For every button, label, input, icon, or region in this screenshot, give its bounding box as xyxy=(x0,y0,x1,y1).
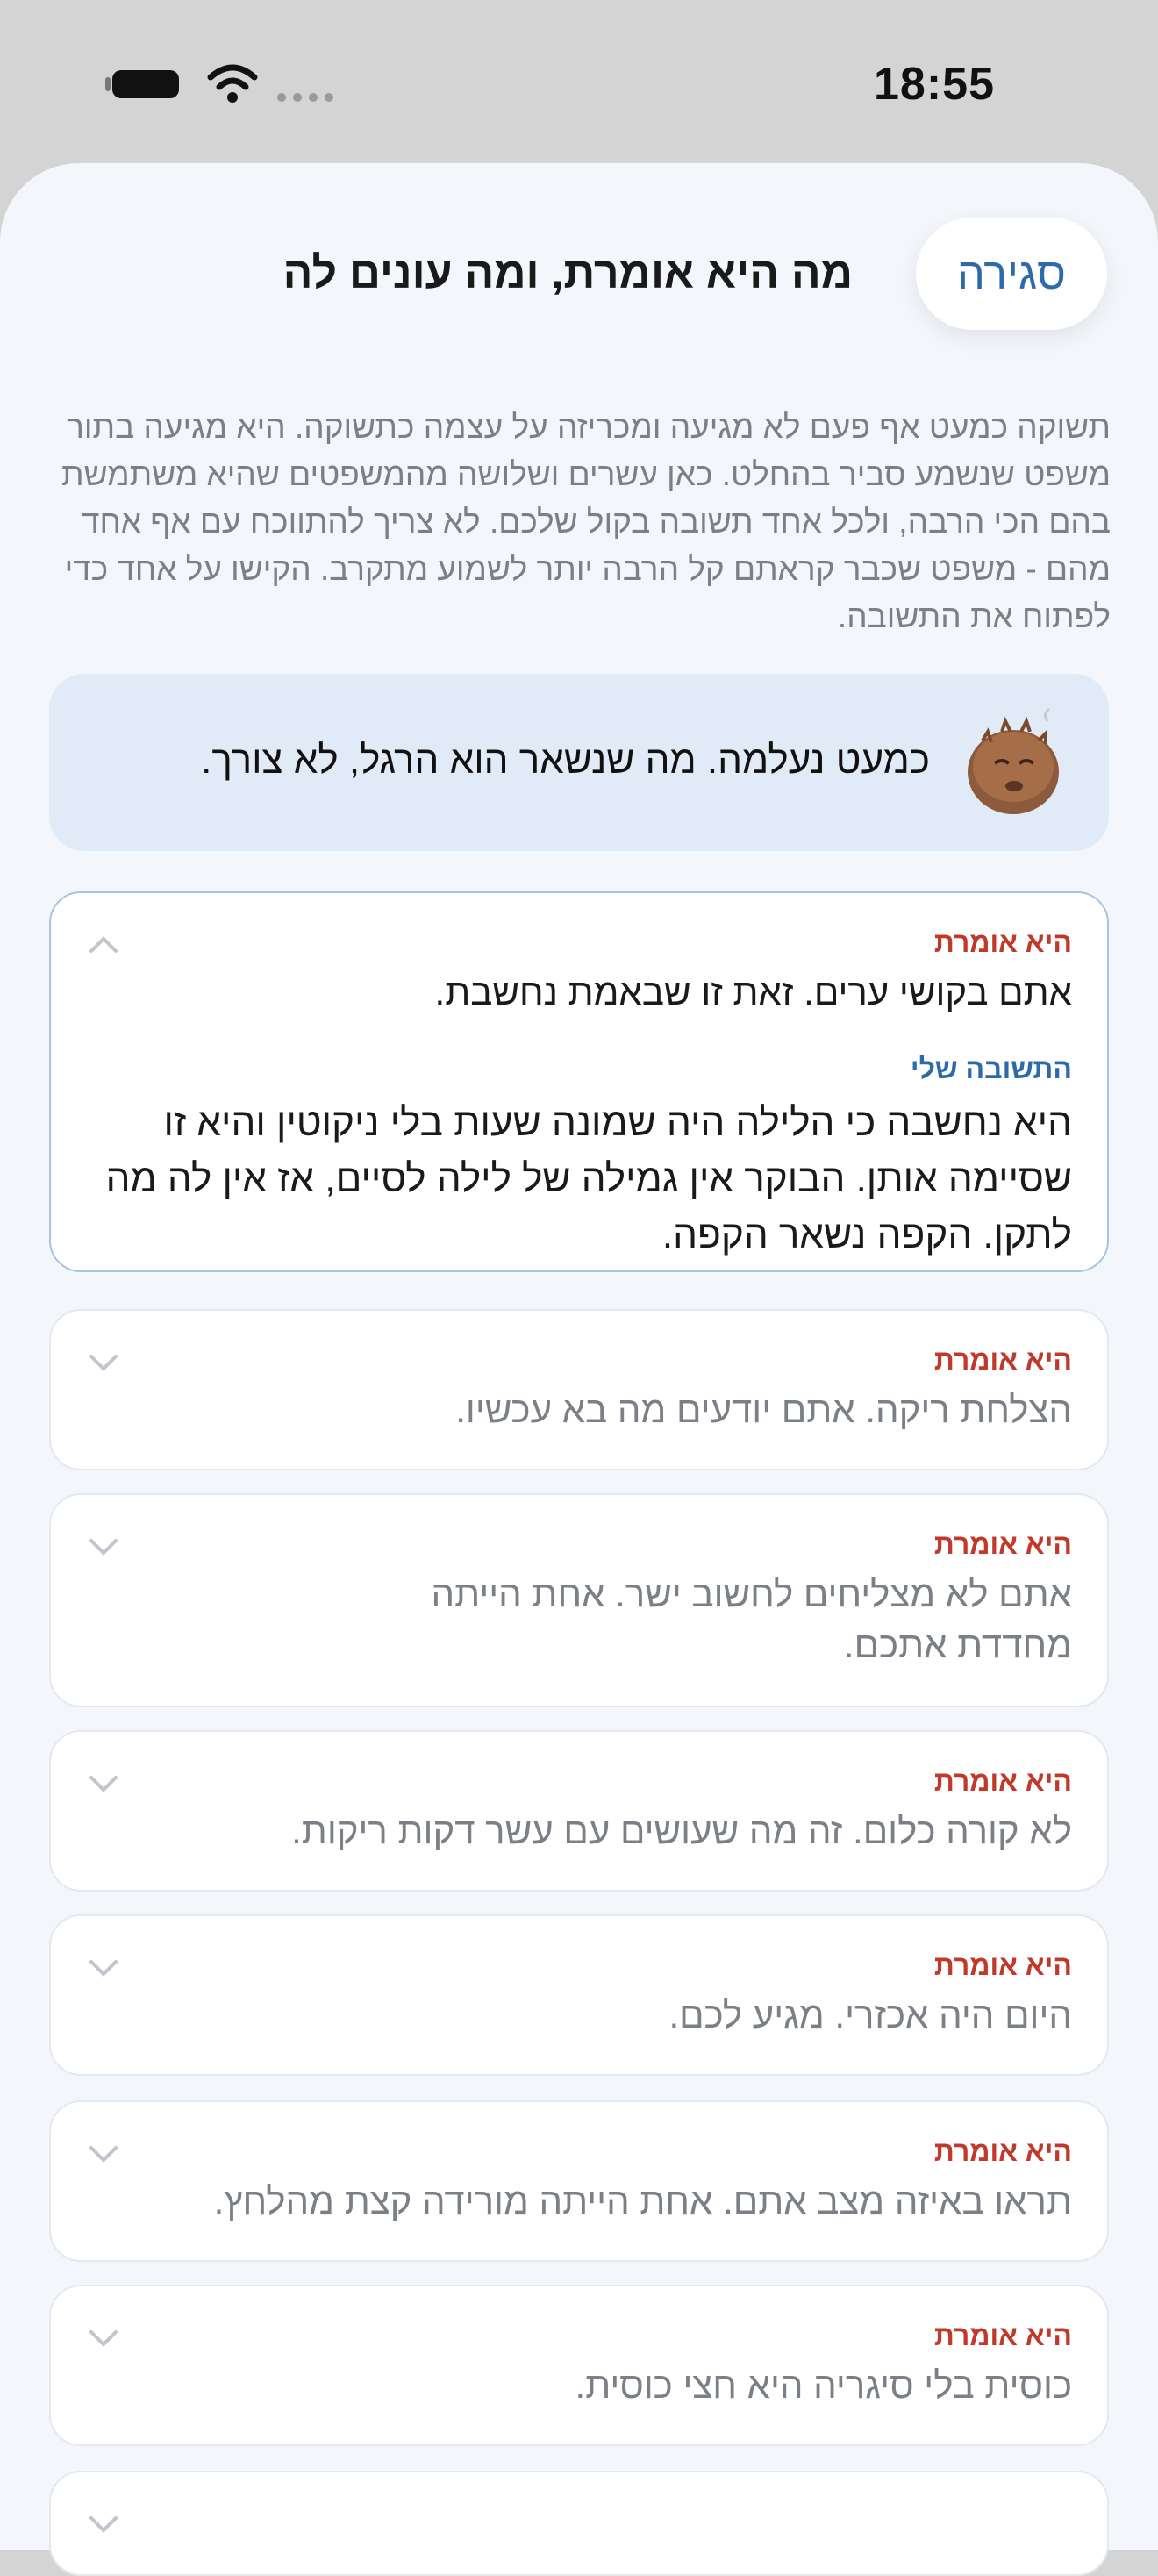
intro-text: תשוקה כמעט אף פעם לא מגיעה ומכריזה על עצ… xyxy=(61,409,1111,634)
she-says-text: הצלחת ריקה. אתם יודעים מה בא עכשיו. xyxy=(455,1389,1072,1430)
she-says-text: אתם בקושי ערים. זאת זו שבאמת נחשבת. xyxy=(434,971,1072,1013)
chevron-down-icon[interactable] xyxy=(86,1771,121,1795)
close-button[interactable]: סגירה xyxy=(916,218,1107,330)
phrase-card[interactable]: היא אומרת תראו באיזה מצב אתם. אחת הייתה … xyxy=(49,2100,1109,2262)
phrase-card[interactable] xyxy=(49,2471,1109,2576)
page-title: מה היא אומרת, ומה עונים לה xyxy=(282,248,853,297)
craving-creature-avatar xyxy=(968,707,1059,814)
chevron-down-icon[interactable] xyxy=(86,1534,121,1558)
chevron-down-icon[interactable] xyxy=(86,1349,121,1374)
phrase-card[interactable]: היא אומרת כוסית בלי סיגריה היא חצי כוסית… xyxy=(49,2285,1109,2446)
my-reply-label: התשובה שלי xyxy=(910,1053,1072,1084)
status-time: 18:55 xyxy=(874,59,995,110)
phrase-card[interactable]: היא אומרת לא קורה כלום. זה מה שעושים עם … xyxy=(49,1730,1109,1892)
wifi-icon xyxy=(207,64,258,103)
she-says-text: אתם לא מצליחים לחשוב ישר. אחת הייתה מחדד… xyxy=(431,1573,1072,1665)
she-says-text: תראו באיזה מצב אתם. אחת הייתה מורידה קצת… xyxy=(213,2180,1072,2222)
phrase-card[interactable]: היא אומרת היום היה אכזרי. מגיע לכם. xyxy=(49,1914,1109,2076)
status-bar: 18:55 xyxy=(0,0,1158,167)
she-says-label: היא אומרת xyxy=(933,1344,1072,1376)
phrase-card[interactable]: היא אומרת אתם לא מצליחים לחשוב ישר. אחת … xyxy=(49,1493,1109,1707)
my-reply-text: היא נחשבה כי הלילה היה שמונה שעות בלי ני… xyxy=(105,1101,1072,1256)
sheet: סגירה מה היא אומרת, ומה עונים לה תשוקה כ… xyxy=(0,163,1158,2576)
phrase-card[interactable]: היא אומרת אתם בקושי ערים. זאת זו שבאמת נ… xyxy=(49,891,1109,1272)
she-says-label: היא אומרת xyxy=(933,1950,1072,1981)
she-says-label: היא אומרת xyxy=(933,2136,1072,2167)
she-says-label: היא אומרת xyxy=(933,1528,1072,1560)
signal-icon xyxy=(277,93,333,102)
battery-icon xyxy=(105,70,179,98)
she-says-label: היא אומרת xyxy=(933,2320,1072,2351)
banner-message: כמעט נעלמה. מה שנשאר הוא הרגל, לא צורך. xyxy=(201,739,930,782)
phrase-card[interactable]: היא אומרת הצלחת ריקה. אתם יודעים מה בא ע… xyxy=(49,1309,1109,1470)
status-banner: כמעט נעלמה. מה שנשאר הוא הרגל, לא צורך. xyxy=(49,674,1109,851)
chevron-down-icon[interactable] xyxy=(86,2325,121,2350)
chevron-down-icon[interactable] xyxy=(86,2141,121,2165)
she-says-text: כוסית בלי סיגריה היא חצי כוסית. xyxy=(575,2365,1072,2406)
chevron-up-icon[interactable] xyxy=(86,932,121,956)
she-says-text: לא קורה כלום. זה מה שעושים עם עשר דקות ר… xyxy=(291,1810,1072,1851)
she-says-label: היא אומרת xyxy=(933,1765,1072,1797)
chevron-down-icon[interactable] xyxy=(86,2511,121,2536)
chevron-down-icon[interactable] xyxy=(86,1955,121,1979)
she-says-label: היא אומרת xyxy=(933,927,1072,958)
she-says-text: היום היה אכזרי. מגיע לכם. xyxy=(668,1994,1073,2036)
